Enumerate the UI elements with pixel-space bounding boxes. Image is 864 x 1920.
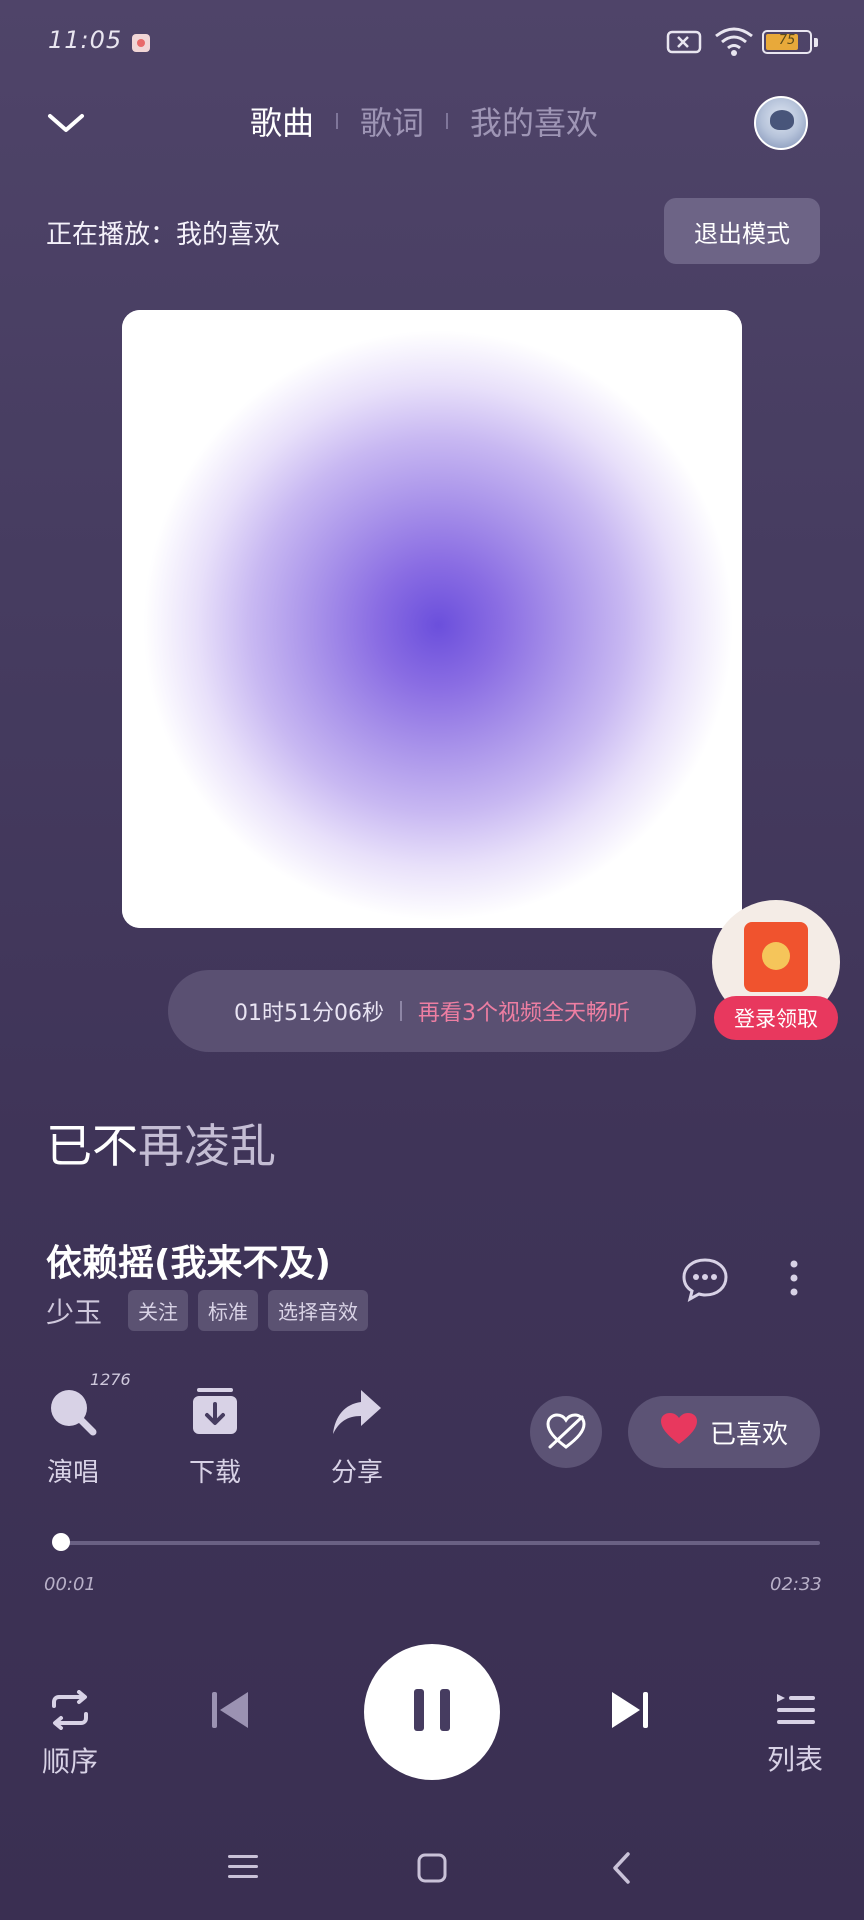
status-time: 11:05 (48, 26, 123, 54)
sing-label: 演唱 (46, 1458, 99, 1488)
lyric-sung-part: 已不 (46, 1119, 138, 1173)
battery-level: 75 (778, 33, 796, 48)
tab-songs[interactable]: 歌曲 (244, 98, 320, 144)
exit-mode-button[interactable]: 退出模式 (664, 198, 820, 264)
wifi-icon (712, 26, 756, 62)
share-label: 分享 (330, 1458, 383, 1488)
battery-icon: 75 (762, 30, 812, 54)
microphone-icon (45, 1390, 101, 1444)
artist-name[interactable]: 少玉 (46, 1291, 102, 1331)
login-claim-button[interactable]: 登录领取 (714, 996, 838, 1040)
playlist-label: 列表 (766, 1743, 823, 1776)
song-title: 依赖摇(我来不及) (46, 1243, 331, 1284)
quality-tag[interactable]: 标准 (198, 1290, 259, 1331)
total-time: 02:33 (770, 1574, 822, 1595)
skip-next-icon (608, 1692, 652, 1736)
follow-tag[interactable]: 关注 (128, 1290, 189, 1331)
timer-promo-link[interactable]: 再看3个视频全天畅听 (418, 995, 630, 1027)
tab-bar: 歌曲 歌词 我的喜欢 (244, 98, 604, 144)
current-time: 00:01 (44, 1574, 96, 1595)
previous-button[interactable] (208, 1688, 252, 1736)
album-art (122, 310, 742, 928)
playlist-button[interactable]: 列表 (760, 1692, 830, 1778)
tab-lyrics[interactable]: 歌词 (354, 98, 430, 144)
download-label: 下载 (188, 1458, 241, 1488)
current-lyric-line[interactable]: 已不再凌乱 (46, 1110, 276, 1176)
home-icon[interactable] (416, 1852, 448, 1888)
pause-icon (410, 1687, 454, 1737)
listening-timer-banner[interactable]: 01时51分06秒 再看3个视频全天畅听 (168, 970, 696, 1052)
progress-handle[interactable] (52, 1533, 71, 1551)
lyric-unsung-part: 再凌乱 (138, 1119, 276, 1173)
sound-effect-tag[interactable]: 选择音效 (268, 1290, 369, 1331)
back-icon[interactable] (610, 1850, 632, 1890)
battery-nub (814, 38, 818, 47)
heart-icon (660, 1412, 698, 1453)
notification-icon (132, 34, 150, 52)
sim-icon (666, 30, 702, 58)
share-button[interactable]: 分享 (312, 1384, 402, 1489)
liked-label: 已喜欢 (709, 1419, 788, 1450)
repeat-icon (46, 1690, 94, 1734)
timer-remaining: 01时51分06秒 (234, 1001, 384, 1026)
red-envelope-coin (762, 942, 790, 970)
playlist-icon (773, 1694, 817, 1734)
sing-button[interactable]: 演唱 (28, 1384, 118, 1489)
download-icon (187, 1388, 243, 1444)
avatar-icon[interactable] (754, 96, 808, 150)
play-mode-label: 顺序 (41, 1745, 98, 1778)
progress-bar[interactable] (56, 1541, 820, 1545)
album-art-glow (122, 310, 742, 928)
share-icon (329, 1390, 385, 1444)
broken-heart-icon (546, 1413, 586, 1455)
play-mode-button[interactable]: 顺序 (38, 1690, 102, 1780)
tab-divider (446, 113, 449, 129)
next-button[interactable] (608, 1688, 652, 1736)
now-playing-label: 正在播放：我的喜欢 (46, 220, 281, 250)
tab-my-favorites[interactable]: 我的喜欢 (464, 98, 604, 144)
menu-icon[interactable] (226, 1852, 260, 1886)
more-options-icon[interactable] (784, 1258, 804, 1304)
timer-divider (399, 1001, 402, 1021)
liked-button[interactable]: 已喜欢 (628, 1396, 820, 1468)
chevron-down-icon[interactable] (44, 108, 88, 140)
play-pause-button[interactable] (364, 1644, 500, 1780)
dislike-button[interactable] (530, 1396, 602, 1468)
download-button[interactable]: 下载 (170, 1384, 260, 1489)
skip-previous-icon (208, 1692, 252, 1736)
tab-divider (336, 113, 339, 129)
comment-icon[interactable] (680, 1256, 730, 1306)
artist-row: 少玉 关注 标准 选择音效 (46, 1290, 378, 1331)
